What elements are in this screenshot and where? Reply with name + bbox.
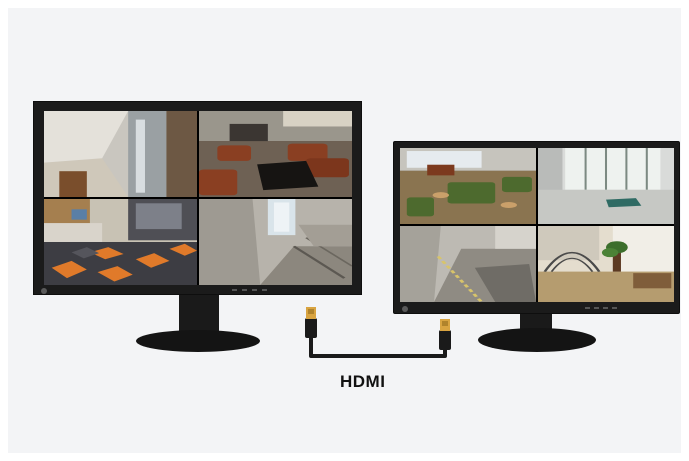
- right-monitor-button[interactable]: [594, 307, 599, 309]
- camera-feed-stairwell: [199, 199, 352, 285]
- left-monitor-button[interactable]: [232, 289, 237, 291]
- right-monitor-button[interactable]: [585, 307, 590, 309]
- left-monitor-logo-icon: [41, 288, 47, 294]
- camera-feed-corridor: [44, 111, 197, 197]
- camera-feed-entrance: [538, 148, 674, 224]
- right-monitor-logo-icon: [402, 306, 408, 312]
- right-monitor-screen: [400, 148, 674, 302]
- camera-feed-landing: [400, 226, 536, 302]
- right-monitor-button[interactable]: [612, 307, 617, 309]
- hdmi-label: HDMI: [340, 372, 386, 391]
- left-monitor-button[interactable]: [252, 289, 257, 291]
- camera-feed-office-lobby: [44, 199, 197, 285]
- camera-feed-plant-room: [538, 226, 674, 302]
- right-monitor-button[interactable]: [603, 307, 608, 309]
- left-monitor-screen: [44, 111, 352, 285]
- left-monitor-stand-base: [136, 330, 260, 352]
- camera-feed-lounge: [199, 111, 352, 197]
- left-monitor-button[interactable]: [262, 289, 267, 291]
- right-monitor-stand-base: [478, 328, 596, 352]
- left-monitor-button[interactable]: [242, 289, 247, 291]
- camera-feed-green-lobby: [400, 148, 536, 224]
